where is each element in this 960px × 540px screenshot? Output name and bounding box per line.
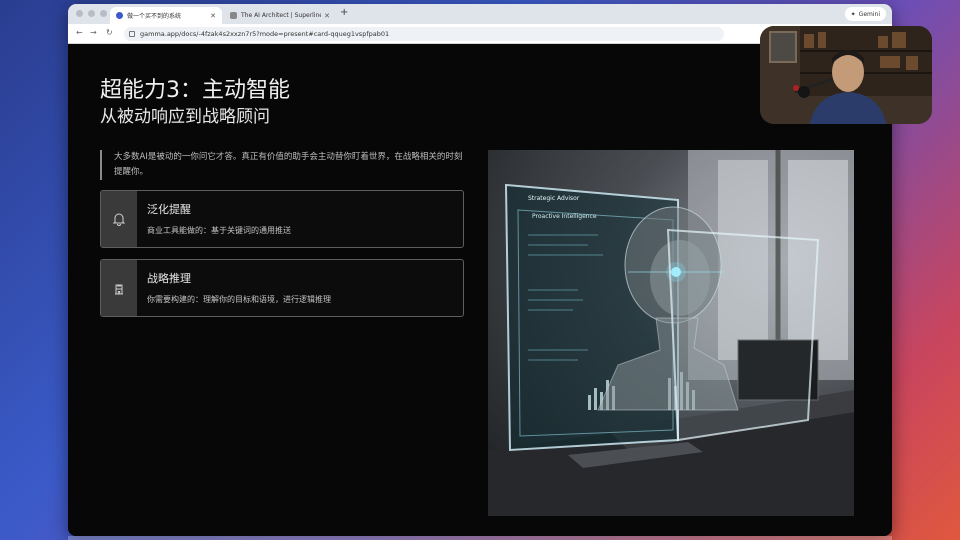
window-controls [76, 10, 107, 17]
close-tab-icon[interactable]: ✕ [210, 12, 216, 20]
tab-label: 做一个买不到的系统 [127, 13, 182, 20]
card-title: 战略推理 [147, 272, 191, 285]
webcam-overlay [760, 26, 932, 124]
slide-title: 超能力3：主动智能 [100, 78, 290, 103]
forward-arrow-icon[interactable]: → [90, 28, 97, 37]
card-strategic-reasoning: 战略推理 你需要构建的：理解你的目标和语境，进行逻辑推理 [100, 259, 464, 317]
panel-title: Strategic Advisor [528, 195, 580, 202]
card-title: 泛化提醒 [147, 203, 191, 216]
tab-bar: 做一个买不到的系统 ✕ The AI Architect | Superline… [68, 4, 892, 24]
tab-ai-architect[interactable]: The AI Architect | Superlinear ✕ [224, 7, 336, 24]
holographic-advisor-illustration: Strategic Advisor Proactive Intelligence [488, 150, 854, 516]
sparkle-icon: ✦ [850, 10, 856, 18]
tab-gamma[interactable]: 做一个买不到的系统 ✕ [110, 7, 222, 24]
site-settings-icon[interactable] [129, 31, 135, 37]
presenter-video-feed [760, 26, 932, 124]
gemini-button[interactable]: ✦ Gemini [844, 7, 886, 21]
back-arrow-icon[interactable]: ← [76, 28, 83, 37]
page-favicon-icon [230, 12, 237, 19]
panel-subtitle: Proactive Intelligence [532, 213, 597, 220]
minimize-window-button[interactable] [88, 10, 95, 17]
card-generic-alert: 泛化提醒 商业工具能做的：基于关键词的通用推送 [100, 190, 464, 248]
gemini-label: Gemini [858, 10, 880, 18]
maximize-window-button[interactable] [100, 10, 107, 17]
dock-edge [68, 536, 892, 540]
card-icon-cell [101, 260, 137, 316]
gamma-favicon-icon [116, 12, 123, 19]
bell-icon [112, 213, 126, 226]
slide-subtitle: 从被动响应到战略顾问 [100, 107, 270, 127]
card-icon-cell [101, 191, 137, 247]
hero-image-ai-advisor: Strategic Advisor Proactive Intelligence [488, 150, 854, 516]
new-tab-button[interactable]: + [340, 7, 348, 18]
tab-label: The AI Architect | Superlinear [241, 12, 322, 19]
card-description: 你需要构建的：理解你的目标和语境，进行逻辑推理 [147, 295, 331, 304]
url-text: gamma.app/docs/-4fzak4s2xxzn7r5?mode=pre… [140, 30, 390, 38]
chess-castle-icon [115, 284, 123, 295]
quote-block: 大多数AI是被动的一你问它才答。真正有价值的助手会主动替你盯着世界，在战略相关的… [100, 150, 466, 180]
close-tab-icon[interactable]: ✕ [324, 12, 330, 20]
card-description: 商业工具能做的：基于关键词的通用推送 [147, 226, 291, 235]
url-field[interactable]: gamma.app/docs/-4fzak4s2xxzn7r5?mode=pre… [124, 27, 724, 41]
reload-icon[interactable]: ↻ [106, 28, 113, 37]
close-window-button[interactable] [76, 10, 83, 17]
